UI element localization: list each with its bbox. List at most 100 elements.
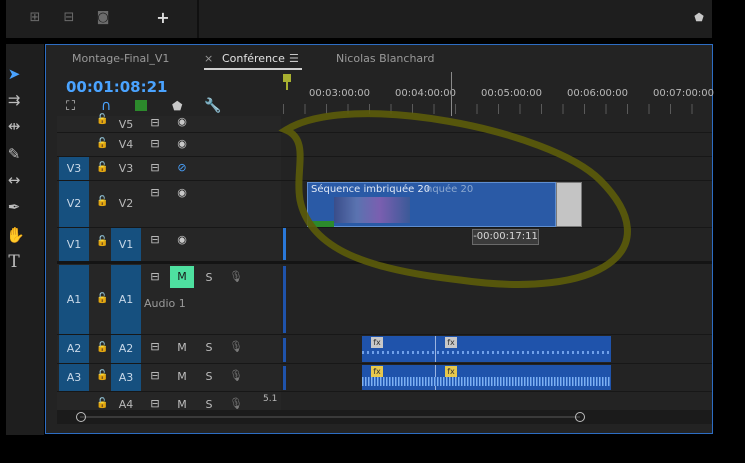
track-divider bbox=[57, 363, 712, 364]
track-source-v2[interactable]: V2 bbox=[59, 181, 89, 227]
sync-lock-icon[interactable]: ⊟ bbox=[148, 340, 162, 353]
export-frame-icon[interactable]: ⊞ bbox=[26, 10, 44, 26]
hand-tool-icon[interactable]: ✋ bbox=[6, 224, 25, 246]
audio-waveform bbox=[362, 351, 611, 354]
lift-icon[interactable]: ⊟ bbox=[60, 10, 78, 26]
track-select-tool-icon[interactable]: ⇉ bbox=[6, 89, 22, 111]
track-target-a3[interactable]: A3 bbox=[111, 364, 141, 391]
sync-lock-icon[interactable]: ⊟ bbox=[148, 270, 162, 283]
track-target-v1[interactable]: V1 bbox=[111, 228, 141, 261]
add-button[interactable]: + bbox=[154, 10, 172, 26]
pen-tool-icon[interactable]: ✒ bbox=[6, 196, 22, 218]
microphone-icon[interactable]: 🎙 bbox=[229, 397, 243, 410]
linked-selection-icon[interactable] bbox=[135, 100, 147, 111]
track-divider bbox=[57, 334, 712, 335]
wrench-settings-icon[interactable]: 🔧 bbox=[204, 98, 221, 114]
track-target-v2[interactable]: V2 bbox=[111, 197, 141, 210]
panel-divider[interactable] bbox=[197, 0, 199, 38]
track-target-a2[interactable]: A2 bbox=[111, 335, 141, 363]
tab-menu-icon[interactable]: ☰ bbox=[289, 52, 299, 65]
clip-edge-marker bbox=[283, 338, 286, 362]
sync-lock-icon[interactable]: ⊟ bbox=[148, 397, 162, 410]
audio-channel-label: 5.1 bbox=[263, 394, 278, 404]
fx-badge[interactable]: fx bbox=[445, 337, 457, 348]
timeline-tabs: Montage-Final_V1 × Conférence ☰ Nicolas … bbox=[46, 46, 712, 70]
microphone-icon[interactable]: 🎙 bbox=[229, 340, 243, 353]
track-source-v1[interactable]: V1 bbox=[59, 228, 89, 261]
mute-button-a1[interactable]: M bbox=[170, 266, 194, 288]
ripple-edit-tool-icon[interactable]: ⇹ bbox=[6, 115, 22, 137]
fx-badge[interactable]: fx bbox=[371, 366, 383, 377]
lock-icon[interactable]: 🔓 bbox=[96, 138, 108, 149]
lock-icon[interactable]: 🔓 bbox=[96, 162, 108, 173]
fx-badge[interactable]: fx bbox=[371, 337, 383, 348]
sync-lock-icon[interactable]: ⊟ bbox=[148, 161, 162, 174]
clip-edge-marker bbox=[283, 366, 286, 390]
eye-icon[interactable]: ◉ bbox=[175, 186, 189, 199]
track-source-a2[interactable]: A2 bbox=[59, 335, 89, 363]
fx-badge[interactable]: fx bbox=[445, 366, 457, 377]
ruler-label: 00:07:00:00 bbox=[653, 88, 715, 99]
lock-icon[interactable]: 🔓 bbox=[96, 342, 108, 353]
annotation-stroke bbox=[278, 110, 631, 288]
solo-button-a1[interactable]: S bbox=[201, 270, 217, 286]
marker-icon[interactable]: ⬟ bbox=[690, 10, 708, 26]
top-toolbar: ⊞ ⊟ ◙ + ⬟ bbox=[6, 0, 712, 38]
track-name-a1[interactable]: Audio 1 bbox=[144, 297, 186, 310]
track-target-v5[interactable]: V5 bbox=[111, 118, 141, 131]
add-marker-icon[interactable]: ⬟ bbox=[172, 99, 182, 113]
solo-button-a2[interactable]: S bbox=[201, 340, 217, 356]
lock-icon[interactable]: 🔓 bbox=[96, 293, 108, 304]
ruler-label: 00:04:00:00 bbox=[395, 88, 457, 99]
track-target-a1[interactable]: A1 bbox=[111, 265, 141, 334]
scrollbar-end-handle[interactable] bbox=[575, 412, 585, 422]
solo-button-a3[interactable]: S bbox=[201, 369, 217, 385]
microphone-icon[interactable]: 🎙 bbox=[229, 270, 243, 283]
microphone-icon[interactable]: 🎙 bbox=[229, 369, 243, 382]
sync-lock-icon[interactable]: ⊟ bbox=[148, 186, 162, 199]
snap-magnet-icon[interactable]: ∩ bbox=[101, 98, 111, 114]
work-area-stem bbox=[286, 80, 288, 90]
tab-close-icon[interactable]: × bbox=[204, 52, 213, 65]
slip-tool-icon[interactable]: ↔ bbox=[6, 169, 22, 191]
lock-icon[interactable]: 🔓 bbox=[96, 398, 108, 409]
clip-boundary bbox=[435, 336, 436, 362]
sync-lock-icon[interactable]: ⊟ bbox=[148, 369, 162, 382]
eye-icon[interactable]: ◉ bbox=[175, 137, 189, 150]
track-source-a1[interactable]: A1 bbox=[59, 265, 89, 334]
tab-nicolas-blanchard[interactable]: Nicolas Blanchard bbox=[336, 52, 434, 65]
ruler-label: 00:03:00:00 bbox=[309, 88, 371, 99]
tools-panel: ➤ ⇉ ⇹ ✎ ↔ ✒ ✋ T bbox=[6, 44, 44, 435]
sync-lock-icon[interactable]: ⊟ bbox=[148, 233, 162, 246]
eye-hidden-icon[interactable]: ⊘ bbox=[175, 161, 189, 174]
mute-button-a3[interactable]: M bbox=[174, 369, 190, 385]
sync-lock-icon[interactable]: ⊟ bbox=[148, 137, 162, 150]
insert-sequence-icon[interactable]: ⛶ bbox=[66, 99, 75, 114]
scrollbar-start-handle[interactable] bbox=[76, 412, 86, 422]
track-source-a3[interactable]: A3 bbox=[59, 364, 89, 391]
audio-clip-a3[interactable]: fx fx bbox=[362, 365, 611, 390]
eye-icon[interactable]: ◉ bbox=[175, 233, 189, 246]
scrollbar-track bbox=[80, 416, 580, 418]
playhead-timecode[interactable]: 00:01:08:21 bbox=[66, 78, 168, 96]
track-source-v3[interactable]: V3 bbox=[59, 157, 89, 180]
type-tool-icon[interactable]: T bbox=[6, 251, 22, 273]
lock-icon[interactable]: 🔓 bbox=[96, 114, 108, 125]
tab-montage-final[interactable]: Montage-Final_V1 bbox=[72, 52, 169, 65]
razor-tool-icon[interactable]: ✎ bbox=[6, 143, 22, 165]
horizontal-scrollbar[interactable] bbox=[57, 410, 712, 424]
eye-icon[interactable]: ◉ bbox=[175, 115, 189, 128]
audio-clip-a2[interactable]: fx fx bbox=[362, 336, 611, 362]
camera-icon[interactable]: ◙ bbox=[94, 10, 112, 26]
sync-lock-icon[interactable]: ⊟ bbox=[148, 116, 162, 129]
track-target-v4[interactable]: V4 bbox=[111, 138, 141, 151]
lock-icon[interactable]: 🔓 bbox=[96, 236, 108, 247]
lock-icon[interactable]: 🔓 bbox=[96, 370, 108, 381]
mute-button-a2[interactable]: M bbox=[174, 340, 190, 356]
track-target-v3[interactable]: V3 bbox=[111, 162, 141, 175]
lock-icon[interactable]: 🔓 bbox=[96, 196, 108, 207]
selection-tool-icon[interactable]: ➤ bbox=[6, 63, 22, 85]
audio-waveform bbox=[362, 377, 611, 386]
ruler-label: 00:05:00:00 bbox=[481, 88, 543, 99]
tab-conference[interactable]: Conférence bbox=[222, 52, 285, 65]
